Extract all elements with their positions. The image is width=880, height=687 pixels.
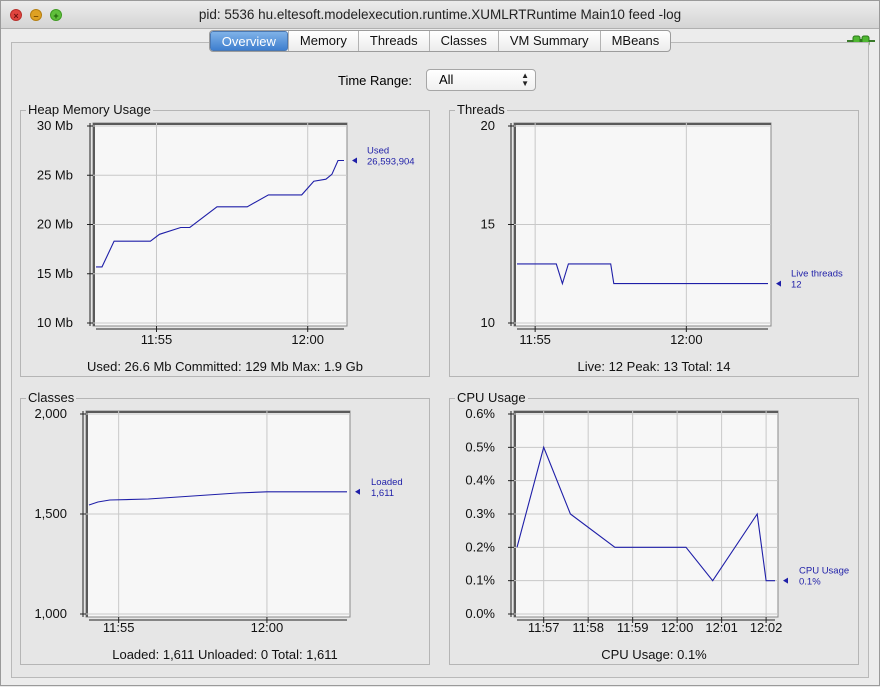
time-range-value: All — [439, 72, 454, 87]
time-range-select[interactable]: All ▲ ▼ — [426, 69, 536, 91]
tab-overview[interactable]: Overview — [209, 31, 288, 51]
heap-memory-footer: Used: 26.6 Mb Committed: 129 Mb Max: 1.9… — [86, 359, 363, 374]
classes-footer: Loaded: 1,611 Unloaded: 0 Total: 1,611 — [112, 647, 338, 662]
tab-threads[interactable]: Threads — [357, 31, 429, 51]
threads-footer: Live: 12 Peak: 13 Total: 14 — [577, 359, 731, 374]
tab-classes[interactable]: Classes — [428, 31, 498, 51]
classes-title: Classes — [26, 390, 77, 405]
cpu-usage-panel: CPU Usage CPU Usage: 0.1% — [449, 390, 859, 665]
cpu-usage-footer: CPU Usage: 0.1% — [601, 647, 707, 662]
threads-panel: Threads Live: 12 Peak: 13 Total: 14 — [449, 102, 859, 377]
window-title: pid: 5536 hu.eltesoft.modelexecution.run… — [198, 7, 682, 22]
time-range-label: Time Range: — [338, 73, 412, 88]
threads-title: Threads — [455, 102, 507, 117]
tab-strip: Overview Memory Threads Classes VM Summary MB… — [1, 30, 879, 54]
heap-memory-panel: Heap Memory Usage Used: 26.6 Mb Committe… — [20, 102, 430, 377]
tab-memory[interactable]: Memory — [287, 31, 358, 51]
tab-bar: Overview Memory Threads Classes VM Summary MB… — [208, 30, 672, 52]
classes-panel: Classes Loaded: 1,611 Unloaded: 0 Total:… — [20, 390, 430, 665]
tab-mbeans[interactable]: MBeans — [599, 31, 671, 51]
tab-vm-summary[interactable]: VM Summary — [497, 31, 600, 51]
cpu-usage-title: CPU Usage — [455, 390, 528, 405]
updown-arrows-icon: ▲ ▼ — [521, 71, 529, 88]
title-bar: × – + pid: 5536 hu.eltesoft.modelexecuti… — [1, 1, 879, 29]
heap-memory-title: Heap Memory Usage — [26, 102, 153, 117]
app-window: × – + pid: 5536 hu.eltesoft.modelexecuti… — [0, 0, 880, 686]
